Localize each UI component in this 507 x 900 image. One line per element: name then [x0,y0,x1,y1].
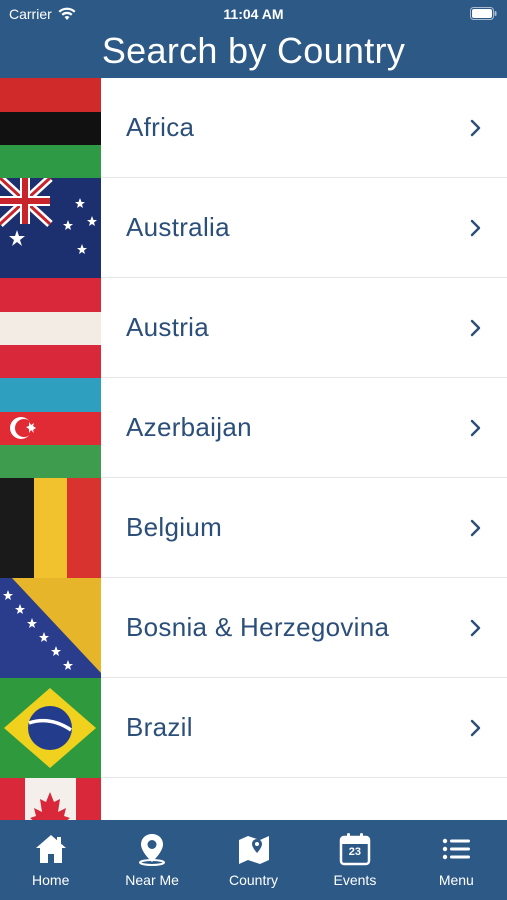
belgium-flag [0,477,101,578]
list-item-brazil[interactable]: Brazil [0,677,507,778]
list-item-australia[interactable]: Australia [0,177,507,278]
calendar-date: 23 [348,846,362,858]
tab-home[interactable]: Home [0,820,101,900]
home-icon [35,835,66,863]
chevron-right-icon [470,319,481,336]
tab-bar: Home Near Me Country 23 Events Menu [0,820,507,900]
africa-flag [0,78,101,178]
tab-home-label: Home [32,872,70,888]
country-label: Africa [126,112,195,142]
country-label: Belgium [126,512,223,542]
map-pin-icon [139,834,166,866]
tab-menu-label: Menu [438,872,474,888]
page-title: Search by Country [101,30,406,71]
country-label: Australia [126,212,230,242]
australia-flag [0,177,101,278]
list-item-belgium[interactable]: Belgium [0,477,507,578]
chevron-right-icon [470,119,481,136]
country-label: Azerbaijan [126,412,252,442]
tab-menu[interactable]: Menu [406,820,507,900]
chevron-right-icon [470,719,481,736]
canada-flag [0,777,101,820]
list-item-bosnia-herzegovina[interactable]: Bosnia & Herzegovina [0,577,507,678]
tab-near-me-label: Near Me [125,872,179,888]
list-menu-icon [443,838,471,860]
battery-icon [470,7,497,20]
austria-flag [0,277,101,378]
brazil-flag [0,677,101,778]
country-label: Bosnia & Herzegovina [126,612,390,642]
chevron-right-icon [470,619,481,636]
map-icon [238,836,269,864]
calendar-icon: 23 [338,832,372,866]
country-label: Austria [126,312,210,342]
status-time: 11:04 AM [223,6,284,22]
list-item-africa[interactable]: Africa [0,78,507,178]
list-item-austria[interactable]: Austria [0,277,507,378]
tab-near-me[interactable]: Near Me [101,820,202,900]
country-list[interactable]: Africa Australia Austria Azerbaijan Belg… [0,78,507,820]
chevron-right-icon [470,219,481,236]
azerbaijan-flag [0,377,101,478]
chevron-right-icon [470,419,481,436]
tab-events[interactable]: 23 Events [304,820,405,900]
tab-country[interactable]: Country [203,820,304,900]
list-item-azerbaijan[interactable]: Azerbaijan [0,377,507,478]
chevron-right-icon [470,519,481,536]
bosnia-flag [0,577,101,678]
list-item-canada[interactable] [0,777,507,820]
tab-country-label: Country [229,872,279,888]
app-header: Carrier 11:04 AM Search by Country [0,0,507,78]
status-bar: Carrier 11:04 AM [0,0,507,28]
country-label: Brazil [126,712,193,742]
tab-events-label: Events [333,872,377,888]
